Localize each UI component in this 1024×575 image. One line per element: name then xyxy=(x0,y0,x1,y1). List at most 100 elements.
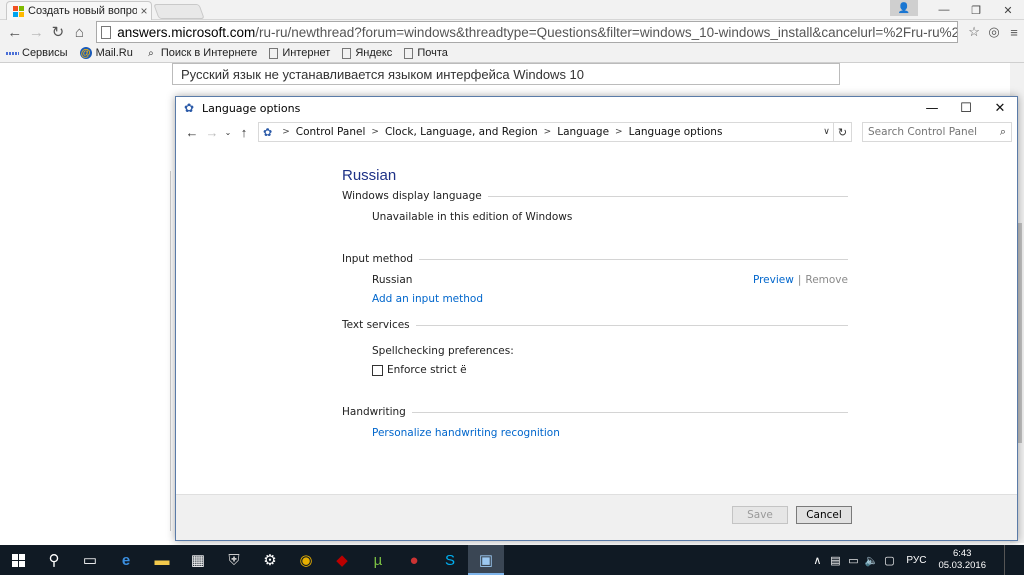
close-icon[interactable]: ✕ xyxy=(983,97,1017,119)
search-control-panel[interactable]: ⌕ xyxy=(862,122,1012,142)
bookmark-search[interactable]: ⌕ Поиск в Интернете xyxy=(145,47,257,59)
media-icon[interactable]: ● xyxy=(396,545,432,575)
breadcrumb[interactable]: ✿ > Control Panel > Clock, Language, and… xyxy=(258,122,834,142)
subject-input[interactable]: Русский язык не устанавливается языком и… xyxy=(172,63,840,85)
personalize-handwriting-link[interactable]: Personalize handwriting recognition xyxy=(372,427,560,439)
menu-icon[interactable]: ≡ xyxy=(1004,22,1024,42)
restore-icon[interactable]: ❐ xyxy=(960,0,992,20)
clock[interactable]: 6:43 05.03.2016 xyxy=(938,548,986,572)
message-icon[interactable]: ▢ xyxy=(880,554,898,567)
back-icon[interactable]: ← xyxy=(182,122,202,142)
close-icon[interactable]: ✕ xyxy=(992,0,1024,20)
dialog-footer: Save Cancel xyxy=(176,494,1017,540)
browser-tab[interactable]: Создать новый вопрос и × xyxy=(6,1,152,20)
address-bar[interactable]: answers.microsoft.com /ru-ru/newthread?f… xyxy=(96,21,959,43)
microsoft-logo-icon xyxy=(13,5,24,17)
tab-strip: Создать новый вопрос и × 👤 — ❐ ✕ xyxy=(0,0,1024,20)
up-icon[interactable]: ↑ xyxy=(234,122,254,142)
remove-link[interactable]: Remove xyxy=(805,274,848,286)
network-icon[interactable]: ▤ xyxy=(826,554,844,567)
add-input-method-link[interactable]: Add an input method xyxy=(372,293,483,305)
forward-icon[interactable]: → xyxy=(26,21,48,43)
chevron-right-icon[interactable]: > xyxy=(282,127,290,137)
chevron-right-icon[interactable]: > xyxy=(544,127,552,137)
cancel-button[interactable]: Cancel xyxy=(796,506,852,524)
app-red-icon[interactable]: ◆ xyxy=(324,545,360,575)
breadcrumb-language[interactable]: Language xyxy=(557,126,609,138)
bookmark-yandex[interactable]: Яндекс xyxy=(342,47,392,59)
tab-title: Создать новый вопрос и xyxy=(28,5,137,17)
display-language-header: Windows display language xyxy=(342,190,848,202)
breadcrumb-language-options[interactable]: Language options xyxy=(629,126,723,138)
refresh-icon[interactable]: ↻ xyxy=(834,122,852,142)
breadcrumb-control-panel[interactable]: Control Panel xyxy=(296,126,366,138)
start-button[interactable] xyxy=(0,545,36,575)
chevron-down-icon[interactable]: ∨ xyxy=(819,127,833,137)
chrome-icon[interactable]: ◉ xyxy=(288,545,324,575)
game-shield-icon[interactable]: ⛨ xyxy=(216,545,252,575)
star-icon[interactable]: ☆ xyxy=(964,22,984,42)
control-panel-taskbar-icon[interactable]: ▣ xyxy=(468,545,504,575)
text-services-header: Text services xyxy=(342,319,848,331)
tab-close-icon[interactable]: × xyxy=(137,4,151,18)
clock-time: 6:43 xyxy=(952,548,972,559)
battery-icon[interactable]: ▭ xyxy=(844,554,862,567)
dialog-titlebar: ✿ Language options — ☐ ✕ xyxy=(176,97,1017,119)
url-host: answers.microsoft.com xyxy=(117,24,256,40)
chevron-up-icon[interactable]: ∧ xyxy=(808,554,826,567)
browser-window-controls: — ❐ ✕ xyxy=(928,0,1024,20)
page-icon xyxy=(404,47,414,59)
enforce-strict-checkbox[interactable] xyxy=(372,364,383,376)
preview-link[interactable]: Preview xyxy=(753,274,794,286)
utorrent-icon[interactable]: µ xyxy=(360,545,396,575)
bookmark-label: Почта xyxy=(417,47,448,59)
taskbar: ⚲ ▭ e ▬ ▦ ⛨ ⚙ ◉ ◆ µ ● S ▣ ∧ ▤ ▭ 🔈 ▢ РУС … xyxy=(0,545,1024,575)
back-icon[interactable]: ← xyxy=(4,21,26,43)
bookmarks-bar: Сервисы @ Mail.Ru ⌕ Поиск в Интернете Ин… xyxy=(0,44,1024,63)
store-icon[interactable]: ▦ xyxy=(180,545,216,575)
settings-icon[interactable]: ⚙ xyxy=(252,545,288,575)
search-icon: ⌕ xyxy=(148,47,154,59)
page-icon xyxy=(269,47,279,59)
input-language[interactable]: РУС xyxy=(906,555,926,566)
language-options-content: Russian Windows display language Unavail… xyxy=(342,167,848,439)
bookmark-label: Поиск в Интернете xyxy=(160,47,258,59)
minimize-icon[interactable]: — xyxy=(915,97,949,119)
search-input[interactable] xyxy=(868,126,995,138)
profile-icon[interactable]: 👤 xyxy=(890,0,918,16)
maximize-icon[interactable]: ☐ xyxy=(949,97,983,119)
chevron-right-icon[interactable]: > xyxy=(615,127,623,137)
bookmark-mail[interactable]: Почта xyxy=(404,47,448,59)
url-path: /ru-ru/newthread?forum=windows&threadtyp… xyxy=(255,24,957,40)
bookmark-mailru[interactable]: @ Mail.Ru xyxy=(79,47,133,59)
edge-icon[interactable]: e xyxy=(108,545,144,575)
breadcrumb-clock-language-region[interactable]: Clock, Language, and Region xyxy=(385,126,538,138)
enforce-strict-row[interactable]: Enforce strict ё xyxy=(342,364,848,376)
enforce-strict-label[interactable]: Enforce strict ё xyxy=(387,364,467,376)
windows-logo-icon xyxy=(11,553,25,567)
skype-icon[interactable]: S xyxy=(432,545,468,575)
handwriting-header: Handwriting xyxy=(342,406,848,418)
forward-icon[interactable]: → xyxy=(202,122,222,142)
page-title: Russian xyxy=(342,167,397,184)
save-button[interactable]: Save xyxy=(732,506,788,524)
language-options-window: ✿ Language options — ☐ ✕ ← → ⌄ ↑ ✿ > Con… xyxy=(175,96,1018,541)
extension-icon[interactable]: ◎ xyxy=(984,22,1004,42)
recent-locations-icon[interactable]: ⌄ xyxy=(222,122,234,142)
new-tab-button[interactable] xyxy=(153,4,205,19)
volume-icon[interactable]: 🔈 xyxy=(862,554,880,567)
reload-icon[interactable]: ↻ xyxy=(47,21,69,43)
search-icon[interactable]: ⚲ xyxy=(36,545,72,575)
task-view-icon[interactable]: ▭ xyxy=(72,545,108,575)
show-desktop-button[interactable] xyxy=(1004,545,1024,575)
bookmark-apps[interactable]: Сервисы xyxy=(6,47,68,59)
page-icon xyxy=(101,25,112,39)
chevron-right-icon[interactable]: > xyxy=(371,127,379,137)
bookmark-label: Яндекс xyxy=(355,47,393,59)
bookmark-internet[interactable]: Интернет xyxy=(269,47,330,59)
home-icon[interactable]: ⌂ xyxy=(69,21,91,43)
file-explorer-icon[interactable]: ▬ xyxy=(144,545,180,575)
minimize-icon[interactable]: — xyxy=(928,0,960,20)
bookmark-label: Сервисы xyxy=(22,47,68,59)
display-language-status: Unavailable in this edition of Windows xyxy=(372,211,573,223)
